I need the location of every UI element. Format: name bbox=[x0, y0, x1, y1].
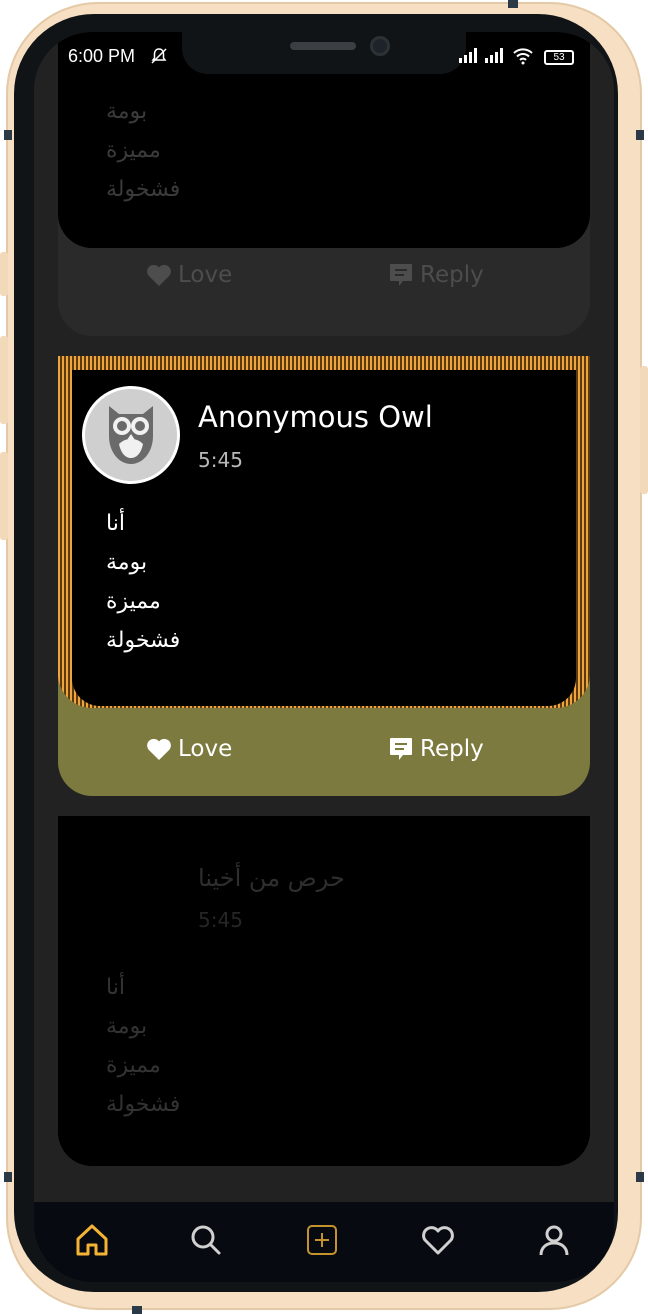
reply-label: Reply bbox=[420, 736, 484, 762]
heart-icon bbox=[147, 264, 171, 286]
frame-marker bbox=[636, 130, 644, 140]
status-bar: 6:00 PM 53 bbox=[34, 32, 614, 84]
wifi-icon bbox=[512, 47, 534, 69]
side-button bbox=[0, 336, 8, 424]
owl-icon bbox=[109, 406, 153, 464]
post-line: بومة bbox=[106, 99, 148, 124]
heart-icon bbox=[147, 738, 171, 760]
post-card[interactable]: حرص من أخينا 5:45 أنا بومة مميزة فشخولة bbox=[58, 816, 590, 1202]
frame-marker bbox=[636, 1172, 644, 1182]
post-time: 5:45 bbox=[198, 448, 243, 472]
post-line: بومة bbox=[106, 1014, 148, 1039]
reply-button[interactable]: Reply bbox=[388, 262, 484, 288]
tab-favorites[interactable] bbox=[418, 1220, 458, 1260]
post-actions: Love Reply bbox=[58, 722, 590, 782]
love-button[interactable]: Love bbox=[146, 736, 232, 762]
love-label: Love bbox=[178, 262, 233, 288]
post-card-highlighted[interactable]: Anonymous Owl 5:45 أنا بومة مميزة فشخولة… bbox=[58, 356, 590, 796]
post-body: حرص من أخينا 5:45 أنا بومة مميزة فشخولة bbox=[58, 816, 590, 1166]
search-icon bbox=[191, 1225, 221, 1255]
tab-add-post[interactable] bbox=[302, 1220, 342, 1260]
post-body: Anonymous Owl 5:45 أنا بومة مميزة فشخولة bbox=[72, 370, 576, 706]
heart-icon bbox=[422, 1226, 454, 1255]
bottom-tab-bar bbox=[34, 1202, 614, 1282]
signal-icon bbox=[458, 47, 480, 67]
frame-marker bbox=[4, 1172, 12, 1182]
love-button[interactable]: Love bbox=[146, 262, 232, 288]
comment-icon bbox=[390, 264, 412, 286]
battery-indicator: 53 bbox=[544, 50, 574, 65]
post-line: مميزة bbox=[106, 1053, 161, 1078]
post-text: بومة مميزة فشخولة bbox=[106, 92, 180, 209]
post-line: مميزة bbox=[106, 138, 161, 163]
status-time: 6:00 PM bbox=[68, 46, 136, 66]
frame-marker bbox=[508, 0, 518, 8]
love-label: Love bbox=[178, 736, 233, 762]
app-screen: 6:00 PM 53 بومة مميزة فشخولة Love Reply … bbox=[34, 32, 614, 1282]
side-button bbox=[0, 452, 8, 540]
mute-icon bbox=[150, 47, 168, 69]
author-name[interactable]: حرص من أخينا bbox=[198, 864, 345, 892]
tab-home[interactable] bbox=[72, 1220, 112, 1260]
post-text: أنا بومة مميزة فشخولة bbox=[106, 968, 180, 1124]
avatar[interactable] bbox=[82, 386, 180, 484]
tab-profile[interactable] bbox=[534, 1220, 574, 1260]
post-line: فشخولة bbox=[106, 177, 181, 202]
frame-marker bbox=[4, 130, 12, 140]
author-name[interactable]: Anonymous Owl bbox=[198, 400, 433, 434]
post-actions: Love Reply bbox=[58, 248, 590, 308]
post-time: 5:45 bbox=[198, 908, 243, 932]
home-icon bbox=[76, 1224, 108, 1256]
post-line: أنا bbox=[106, 975, 125, 1000]
post-text: أنا بومة مميزة فشخولة bbox=[106, 504, 180, 660]
post-line: فشخولة bbox=[106, 1092, 181, 1117]
add-post-icon bbox=[307, 1225, 337, 1255]
side-button bbox=[0, 252, 8, 296]
side-button bbox=[640, 366, 648, 494]
post-line: مميزة bbox=[106, 589, 161, 614]
post-line: أنا bbox=[106, 511, 125, 536]
frame-marker bbox=[132, 1306, 142, 1314]
tab-search[interactable] bbox=[186, 1220, 226, 1260]
reply-button[interactable]: Reply bbox=[388, 736, 484, 762]
post-line: بومة bbox=[106, 550, 148, 575]
post-line: فشخولة bbox=[106, 628, 181, 653]
signal-icon bbox=[484, 47, 506, 67]
comment-icon bbox=[390, 738, 412, 760]
profile-icon bbox=[539, 1225, 569, 1256]
reply-label: Reply bbox=[420, 262, 484, 288]
